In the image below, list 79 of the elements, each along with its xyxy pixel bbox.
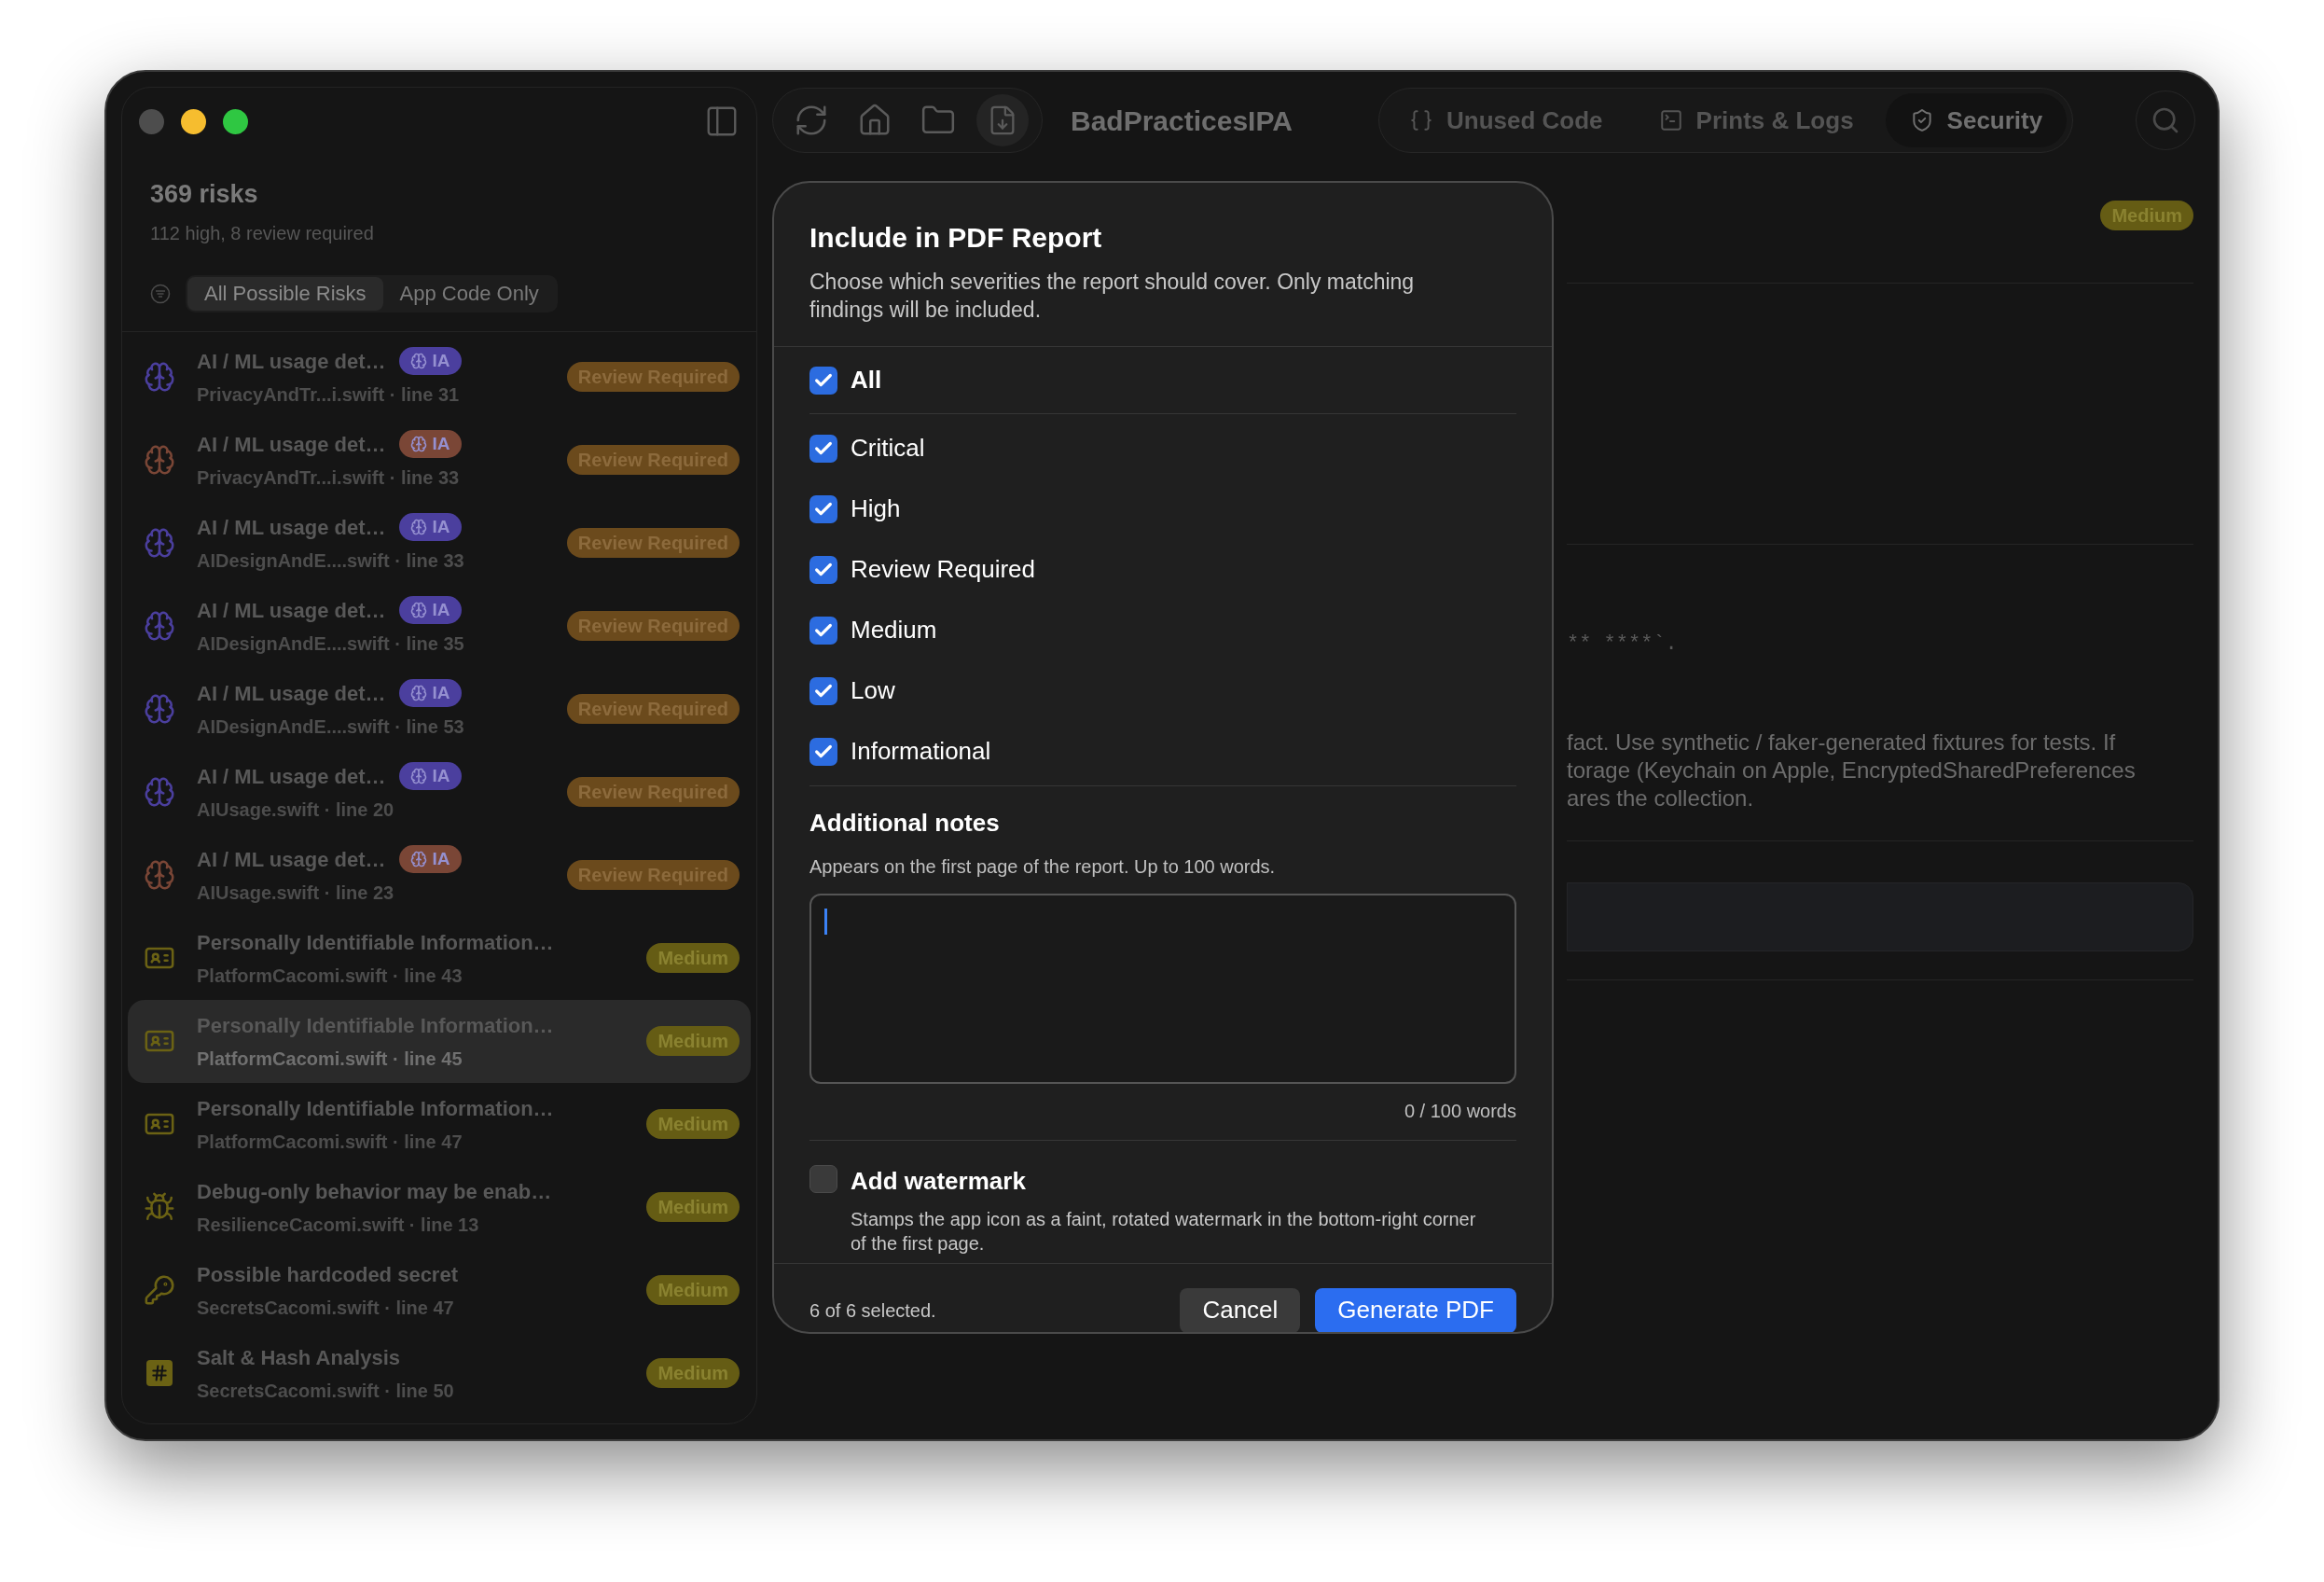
file-location: AIDesignAndE....swift · line 33 [197,548,465,573]
severity-checkbox[interactable] [809,737,837,766]
toolbar-tab[interactable]: Security [1885,93,2068,147]
description-text: torage (Keychain on Apple, EncryptedSharedPreferences [1567,756,2137,784]
severity-checkbox[interactable] [809,676,837,705]
search-icon [2151,105,2180,135]
severity-checkbox[interactable] [809,616,837,645]
window-title: BadPracticesIPA [1071,104,1293,138]
risk-title: AI / ML usage det… [197,431,386,458]
scope-segment[interactable]: App Code Only [382,276,556,311]
description-text: ares the collection. [1567,784,1755,812]
file-location: SecretsCacomi.swift · line 50 [197,1379,455,1403]
watermark-checkbox[interactable] [809,1165,837,1193]
risk-title: AI / ML usage det… [197,597,386,624]
watermark-description: Stamps the app icon as a faint, rotated watermark in the bottom-right corner of the first page. [851,1208,1477,1256]
tag-badge: IA [398,430,462,458]
tag-badge: IA [398,845,462,873]
cancel-button[interactable]: Cancel [1180,1287,1301,1332]
tag-badge: IA [398,513,462,541]
watermark-label: Add watermark [851,1166,1027,1197]
risk-count: 369 risks [150,179,259,210]
toolbar-tab[interactable]: Unused Code [1385,93,1627,147]
risk-title: Salt & Hash Analysis [197,1344,401,1371]
word-counter: 0 / 100 words [1404,1100,1516,1123]
file-location: PrivacyAndTr...i.swift · line 33 [197,465,461,490]
severity-checkbox[interactable] [809,494,837,523]
code-icon [1409,108,1433,132]
checkbox-label: Medium [851,615,937,645]
risk-title: Personally Identifiable Information… [197,929,554,956]
file-location: PlatformCacomi.swift · line 43 [197,964,463,988]
file-location: SecretsCacomi.swift · line 47 [197,1296,455,1320]
home-icon[interactable] [857,103,892,138]
risk-title: AI / ML usage det… [197,680,386,707]
notes-title: Additional notes [809,808,1001,839]
all-checkbox[interactable] [809,366,837,395]
export-pdf-button[interactable] [976,94,1029,146]
window-zoom-button[interactable] [223,108,248,134]
dialog-title: Include in PDF Report [809,221,1103,255]
toolbar-tab[interactable]: Prints & Logs [1634,93,1878,147]
risk-title: AI / ML usage det… [197,514,386,541]
selection-status: 6 of 6 selected. [809,1298,937,1323]
tag-badge: IA [398,679,462,707]
checkbox-label: Informational [851,736,991,767]
file-location: PrivacyAndTr...i.swift · line 31 [197,382,461,407]
description-text: fact. Use synthetic / faker-generated fixtures for tests. If [1567,729,2117,756]
file-location: ResilienceCacomi.swift · line 13 [197,1213,480,1237]
dialog-description: Choose which severities the report should cover. Only matching findings will be included. [809,269,1416,324]
notes-hint: Appears on the first page of the report. Up to 100 words. [809,855,1277,879]
notes-field[interactable] [809,894,1516,1084]
filter-icon[interactable] [150,283,171,304]
severity-checkbox[interactable] [809,434,837,463]
tag-badge: IA [398,347,462,375]
checkbox-label: Review Required [851,554,1035,585]
terminal-icon [1658,108,1683,132]
tag-badge: IA [398,596,462,624]
severity-checkbox[interactable] [809,555,837,584]
window-minimize-button[interactable] [181,108,206,134]
checkbox-label: All [851,365,882,396]
risk-title: Personally Identifiable Information… [197,1095,554,1122]
scope-segment[interactable]: All Possible Risks [187,276,383,311]
window-close-button[interactable] [139,108,164,134]
checkbox-label: Low [851,675,895,706]
tag-badge: IA [398,762,462,790]
file-location: AIDesignAndE....swift · line 53 [197,715,465,739]
file-location: AIDesignAndE....swift · line 35 [197,631,465,656]
risk-title: AI / ML usage det… [197,348,386,375]
risk-summary: 112 high, 8 review required [150,221,375,245]
risk-title: Debug-only behavior may be enab… [197,1178,552,1205]
generate-button[interactable]: Generate PDF [1315,1287,1516,1332]
file-location: AIUsage.swift · line 20 [197,798,395,822]
checkbox-label: Critical [851,433,925,464]
code-fragment: ** ****`. [1567,632,1678,656]
checkbox-label: High [851,493,901,524]
risk-title: AI / ML usage det… [197,846,386,873]
file-location: PlatformCacomi.swift · line 45 [197,1047,463,1071]
risk-title: AI / ML usage det… [197,763,386,790]
risk-title: Possible hardcoded secret [197,1261,458,1288]
file-location: AIUsage.swift · line 23 [197,881,395,905]
file-location: PlatformCacomi.swift · line 47 [197,1130,463,1154]
